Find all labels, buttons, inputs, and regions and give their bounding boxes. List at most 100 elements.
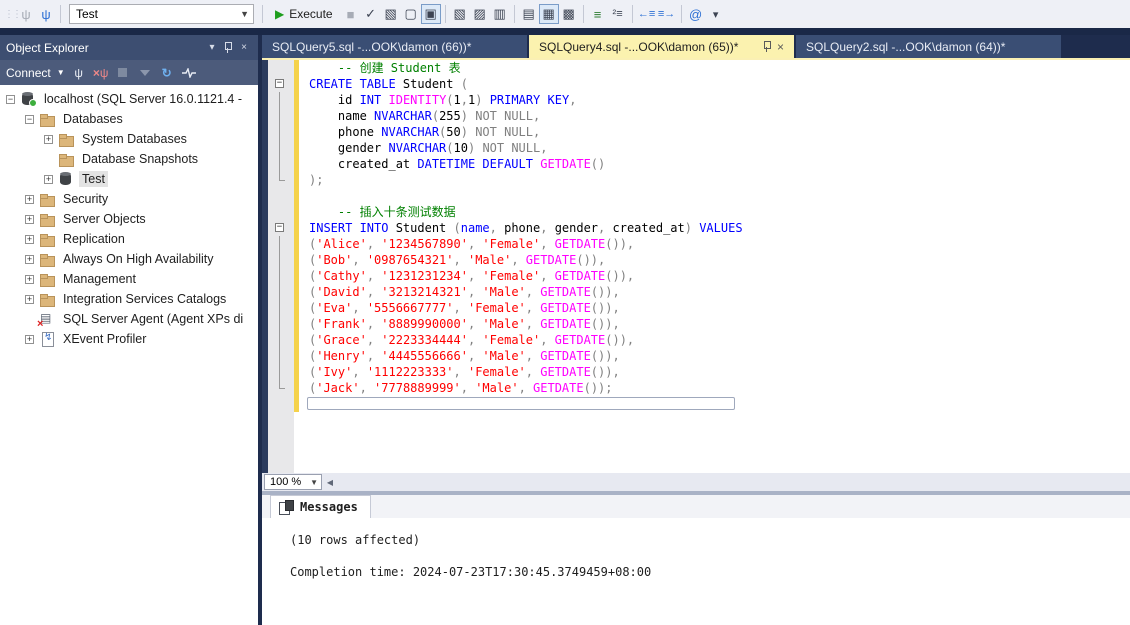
database-selector[interactable]: Test ▼ — [69, 4, 254, 24]
chevron-down-icon[interactable]: ▼ — [310, 478, 318, 487]
code-line-5[interactable]: phone NVARCHAR(50) NOT NULL, — [262, 124, 1130, 140]
toolbar-overflow-icon[interactable]: ▾ — [706, 4, 726, 24]
activity-monitor-icon[interactable] — [181, 65, 197, 81]
pin-icon[interactable] — [224, 42, 232, 53]
code-token: Student — [388, 221, 454, 235]
template-parameters-icon[interactable]: @ — [686, 4, 706, 24]
comment-icon[interactable]: ≡ — [588, 4, 608, 24]
results-to-text-icon[interactable]: ▤ — [519, 4, 539, 24]
code-line-12[interactable]: ('Alice', '1234567890', 'Female', GETDAT… — [262, 236, 1130, 252]
tree-item-system-databases[interactable]: + System Databases — [0, 129, 258, 149]
code-line-17[interactable]: ('Frank', '8889990000', 'Male', GETDATE(… — [262, 316, 1130, 332]
code-line-20[interactable]: ('Ivy', '1112223333', 'Female', GETDATE(… — [262, 364, 1130, 380]
tree-item-xevent-profiler[interactable]: + XEvent Profiler — [0, 329, 258, 349]
code-token: 'Ivy' — [316, 365, 353, 379]
code-line-8[interactable]: ); — [262, 172, 1130, 188]
code-line-18[interactable]: ('Grace', '2223334444', 'Female', GETDAT… — [262, 332, 1130, 348]
expand-icon[interactable]: + — [25, 274, 34, 284]
toolbar-grip[interactable]: ⋮⋮ — [4, 9, 22, 20]
tree-item-replication[interactable]: + Replication — [0, 229, 258, 249]
code-line-7[interactable]: created_at DATETIME DEFAULT GETDATE() — [262, 156, 1130, 172]
code-line-13[interactable]: ('Bob', '0987654321', 'Male', GETDATE())… — [262, 252, 1130, 268]
connect-button[interactable]: Connect — [6, 66, 51, 80]
code-line-9[interactable] — [262, 188, 1130, 204]
hscroll-left-arrow[interactable]: ◀ — [322, 478, 338, 487]
expand-icon[interactable]: + — [25, 334, 34, 344]
disconnect-plug-icon[interactable]: × ψ — [93, 65, 109, 81]
code-line-22[interactable] — [262, 396, 1130, 412]
tree-item-database-snapshots[interactable]: Database Snapshots — [0, 149, 258, 169]
tree-item-databases[interactable]: − Databases — [0, 109, 258, 129]
tab-sqlquery2-sql[interactable]: SQLQuery2.sql -...OOK\damon (64))* — [796, 35, 1061, 58]
expand-icon[interactable]: + — [25, 294, 34, 304]
results-to-grid-icon[interactable]: ▦ — [538, 4, 559, 24]
live-query-stats-icon[interactable]: ▨ — [470, 4, 490, 24]
change-connection-icon[interactable]: ψ — [36, 4, 56, 24]
chevron-down-icon[interactable]: ▼ — [57, 68, 65, 77]
execute-button[interactable]: ▶ Execute — [267, 3, 341, 25]
parse-icon[interactable]: ✓ — [361, 4, 381, 24]
intellisense-enabled-icon[interactable]: ▣ — [420, 4, 441, 24]
code-token: ( — [431, 109, 440, 123]
decrease-indent-icon[interactable]: ←≡ — [637, 4, 657, 24]
close-icon[interactable]: × — [236, 42, 252, 53]
code-line-2[interactable]: − CREATE TABLE Student ( — [262, 76, 1130, 92]
code-line-4[interactable]: name NVARCHAR(255) NOT NULL, — [262, 108, 1130, 124]
code-token: ( — [446, 141, 454, 155]
query-options-icon[interactable]: ▢ — [401, 4, 421, 24]
tree-item-management[interactable]: + Management — [0, 269, 258, 289]
expand-icon[interactable]: + — [25, 234, 34, 244]
code-token: 'David' — [316, 285, 367, 299]
expand-icon[interactable]: + — [44, 134, 53, 144]
code-token: GETDATE — [540, 301, 591, 315]
tree-item-sql-server-agent-agent-xps-di[interactable]: SQL Server Agent (Agent XPs di — [0, 309, 258, 330]
code-line-21[interactable]: ('Jack', '7778889999', 'Male', GETDATE()… — [262, 380, 1130, 396]
code-token: GETDATE — [554, 269, 606, 283]
zoom-selector[interactable]: 100 % ▼ — [264, 474, 322, 490]
code-token: INT — [359, 93, 382, 107]
fold-collapse-icon[interactable]: − — [275, 79, 284, 88]
expand-icon[interactable]: + — [25, 254, 34, 264]
tree-item-localhost-sql-server-16-0-1121[interactable]: − localhost (SQL Server 16.0.1121.4 - — [0, 89, 258, 109]
messages-output[interactable]: (10 rows affected) Completion time: 2024… — [262, 518, 1130, 625]
collapse-icon[interactable]: − — [25, 114, 34, 124]
refresh-icon[interactable]: ↻ — [159, 65, 175, 81]
fold-collapse-icon[interactable]: − — [275, 223, 284, 232]
showplan-icon[interactable]: ▧ — [381, 4, 401, 24]
connect-icon[interactable]: ψ — [16, 4, 36, 24]
tree-item-test[interactable]: + Test — [0, 169, 258, 189]
code-line-15[interactable]: ('David', '3213214321', 'Male', GETDATE(… — [262, 284, 1130, 300]
code-line-16[interactable]: ('Eva', '5556667777', 'Female', GETDATE(… — [262, 300, 1130, 316]
estimated-plan-icon[interactable]: ▧ — [450, 4, 470, 24]
tree-item-integration-services-catalogs[interactable]: + Integration Services Catalogs — [0, 289, 258, 309]
tab-messages[interactable]: Messages — [270, 495, 371, 518]
tree-item-security[interactable]: + Security — [0, 189, 258, 209]
expand-icon[interactable]: + — [44, 174, 53, 184]
code-line-3[interactable]: id INT IDENTITY(1,1) PRIMARY KEY, — [262, 92, 1130, 108]
code-line-11[interactable]: − INSERT INTO Student (name, phone, gende… — [262, 220, 1130, 236]
expand-icon[interactable]: + — [25, 214, 34, 224]
code-line-14[interactable]: ('Cathy', '1231231234', 'Female', GETDAT… — [262, 268, 1130, 284]
collapse-icon[interactable]: − — [6, 94, 15, 104]
close-icon[interactable]: × — [777, 40, 784, 54]
code-line-6[interactable]: gender NVARCHAR(10) NOT NULL, — [262, 140, 1130, 156]
code-line-1[interactable]: -- 创建 Student 表 — [262, 60, 1130, 76]
results-to-file-icon[interactable]: ▩ — [559, 4, 579, 24]
chevron-down-icon[interactable]: ▼ — [240, 9, 249, 19]
tab-sqlquery5-sql[interactable]: SQLQuery5.sql -...OOK\damon (66))* — [262, 35, 527, 58]
window-menu-icon[interactable]: ▾ — [204, 42, 220, 53]
increase-indent-icon[interactable]: ≡→ — [657, 4, 677, 24]
tree-item-server-objects[interactable]: + Server Objects — [0, 209, 258, 229]
client-statistics-icon[interactable]: ▥ — [490, 4, 510, 24]
stop-icon: ■ — [346, 6, 355, 22]
hscroll-track[interactable] — [338, 473, 1130, 491]
expand-icon[interactable]: + — [25, 194, 34, 204]
uncomment-icon[interactable]: ²≡ — [608, 4, 628, 24]
code-line-19[interactable]: ('Henry', '4445556666', 'Male', GETDATE(… — [262, 348, 1130, 364]
tree-item-always-on-high-availability[interactable]: + Always On High Availability — [0, 249, 258, 269]
connect-plug-icon[interactable]: ψ — [71, 65, 87, 81]
pin-icon[interactable] — [763, 41, 771, 52]
code-line-10[interactable]: -- 插入十条测试数据 — [262, 204, 1130, 220]
sql-editor[interactable]: -- 创建 Student 表 − CREATE TABLE Student ( i… — [262, 60, 1130, 473]
tab-sqlquery4-sql[interactable]: SQLQuery4.sql -...OOK\damon (65))* × — [529, 35, 794, 58]
